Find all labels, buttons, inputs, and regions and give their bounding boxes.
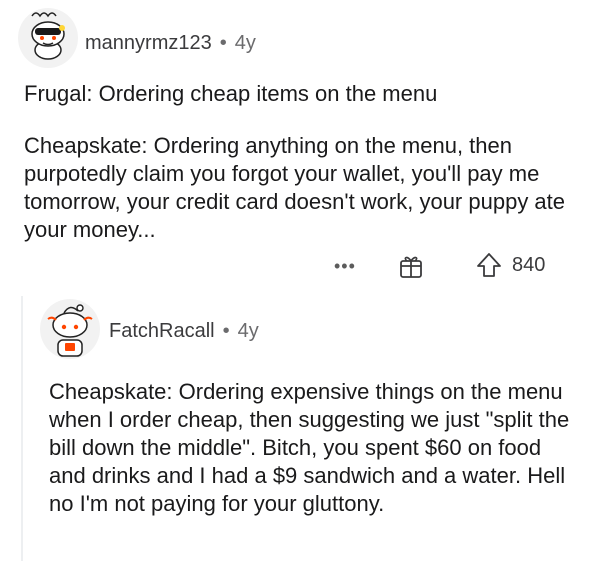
vote-score: 840 — [512, 254, 546, 276]
more-options-button[interactable]: ••• — [334, 256, 356, 277]
gift-icon[interactable] — [398, 253, 424, 279]
upvote-arrow-icon[interactable] — [474, 250, 504, 280]
comment-text: Frugal: Ordering cheap items on the menu — [24, 81, 438, 106]
meta-separator: • — [222, 319, 230, 342]
username[interactable]: FatchRacall — [109, 320, 215, 343]
user-avatar[interactable] — [16, 6, 80, 70]
thread-line — [21, 296, 23, 561]
username[interactable]: mannyrmz123 — [85, 32, 212, 55]
comment-header: FatchRacall • 4y — [109, 316, 259, 346]
comment-text: Cheapskate: Ordering expensive things on… — [49, 379, 570, 516]
comment-age: 4y — [234, 31, 256, 54]
user-avatar[interactable] — [38, 298, 102, 360]
comment-header: mannyrmz123 • 4y — [85, 28, 256, 58]
meta-separator: • — [219, 31, 227, 54]
comment-age: 4y — [237, 319, 259, 342]
comment-text: Cheapskate: Ordering anything on the men… — [24, 133, 566, 242]
